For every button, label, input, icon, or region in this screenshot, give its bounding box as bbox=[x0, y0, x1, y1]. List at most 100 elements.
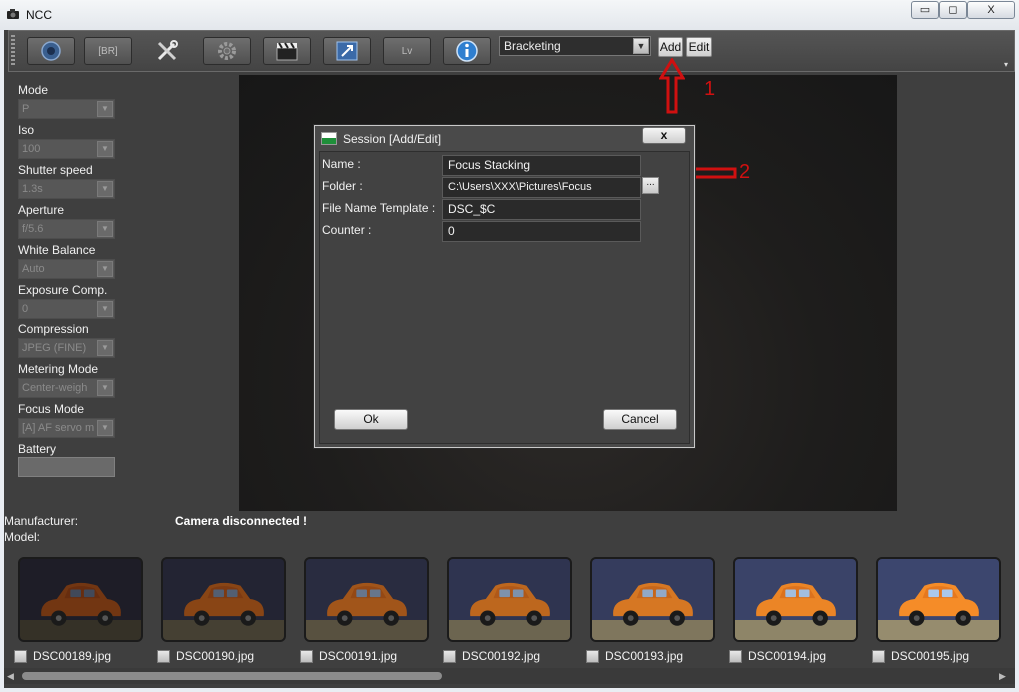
focus-mode-select[interactable]: [A] AF servo m ▼ bbox=[18, 418, 115, 438]
scroll-right-icon[interactable]: ▶ bbox=[999, 671, 1006, 682]
thumbnail-filename: DSC00193.jpg bbox=[605, 649, 684, 663]
shutter-label: Shutter speed bbox=[18, 163, 93, 177]
iso-select[interactable]: 100 ▼ bbox=[18, 139, 115, 159]
tools-button[interactable] bbox=[146, 37, 188, 65]
chevron-down-icon: ▼ bbox=[97, 420, 113, 436]
settings-button[interactable] bbox=[203, 37, 251, 65]
thumbnail-image[interactable] bbox=[161, 557, 286, 642]
thumbnail-checkbox[interactable] bbox=[443, 650, 456, 663]
iso-label: Iso bbox=[18, 123, 35, 137]
white-balance-select[interactable]: Auto ▼ bbox=[18, 259, 115, 279]
dialog-window-icon bbox=[321, 132, 337, 145]
capture-lens-icon bbox=[41, 41, 61, 61]
aperture-select[interactable]: f/5.6 ▼ bbox=[18, 219, 115, 239]
compression-select[interactable]: JPEG (FINE) ▼ bbox=[18, 338, 115, 358]
camera-status: Camera disconnected ! bbox=[175, 514, 308, 528]
dialog-title: Session [Add/Edit] bbox=[343, 132, 442, 146]
session-select[interactable]: Bracketing ▼ bbox=[499, 36, 651, 56]
thumbnail-filename: DSC00189.jpg bbox=[33, 649, 112, 663]
toolbar: [BR] Lv Bracketing ▼ Add Edit ▾ bbox=[8, 30, 1015, 72]
thumbnail-image[interactable] bbox=[590, 557, 715, 642]
scroll-left-icon[interactable]: ◀ bbox=[7, 671, 14, 682]
thumbnail-checkbox[interactable] bbox=[729, 650, 742, 663]
toy-car-photo bbox=[163, 559, 284, 640]
toy-car-photo bbox=[306, 559, 427, 640]
scrollbar-thumb[interactable] bbox=[22, 672, 442, 680]
minimize-button[interactable]: ▭ bbox=[911, 1, 939, 19]
thumbnail-checkbox[interactable] bbox=[14, 650, 27, 663]
shutter-select[interactable]: 1.3s ▼ bbox=[18, 179, 115, 199]
folder-input[interactable]: C:\Users\XXX\Pictures\Focus bbox=[442, 177, 641, 198]
exposure-comp-label: Exposure Comp. bbox=[18, 283, 108, 297]
thumbnail-image[interactable] bbox=[447, 557, 572, 642]
expand-arrow-icon bbox=[336, 41, 358, 61]
battery-label: Battery bbox=[18, 442, 57, 456]
add-session-button[interactable]: Add bbox=[658, 37, 683, 57]
gear-icon bbox=[218, 42, 236, 60]
browse-folder-button[interactable]: ... bbox=[642, 177, 659, 194]
template-input[interactable]: DSC_$C bbox=[442, 199, 641, 220]
battery-bar bbox=[18, 457, 115, 477]
mode-select[interactable]: P ▼ bbox=[18, 99, 115, 119]
chevron-down-icon: ▼ bbox=[97, 261, 113, 277]
name-label: Name : bbox=[322, 157, 361, 171]
chevron-down-icon: ▼ bbox=[97, 301, 113, 317]
toolbar-overflow-icon[interactable]: ▾ bbox=[1004, 61, 1012, 69]
bracketing-button[interactable]: [BR] bbox=[84, 37, 132, 65]
dialog-close-button[interactable]: x bbox=[642, 127, 686, 144]
session-dialog: Session [Add/Edit] x Name : Focus Stacki… bbox=[314, 125, 695, 448]
thumbnail-checkbox[interactable] bbox=[586, 650, 599, 663]
toy-car-photo bbox=[20, 559, 141, 640]
dialog-body: Name : Focus Stacking Folder : C:\Users\… bbox=[319, 151, 690, 444]
app-camera-icon bbox=[7, 9, 19, 19]
thumbnail-checkbox[interactable] bbox=[872, 650, 885, 663]
thumbnail-filename: DSC00194.jpg bbox=[748, 649, 827, 663]
focus-mode-label: Focus Mode bbox=[18, 402, 85, 416]
horizontal-scrollbar[interactable]: ◀ ▶ bbox=[4, 668, 1015, 684]
aperture-value: f/5.6 bbox=[22, 223, 44, 235]
toy-car-photo bbox=[449, 559, 570, 640]
white-balance-value: Auto bbox=[22, 263, 45, 275]
chevron-down-icon: ▼ bbox=[97, 340, 113, 356]
metering-label: Metering Mode bbox=[18, 362, 99, 376]
liveview-button[interactable]: Lv bbox=[383, 37, 431, 65]
thumbnail-checkbox[interactable] bbox=[157, 650, 170, 663]
annotation-arrow-up bbox=[659, 58, 685, 114]
aperture-label: Aperture bbox=[18, 203, 65, 217]
compression-label: Compression bbox=[18, 322, 89, 336]
mode-value: P bbox=[22, 103, 30, 115]
toolbar-grip[interactable] bbox=[11, 35, 15, 67]
thumbnail-image[interactable] bbox=[304, 557, 429, 642]
annotation-number-1: 1 bbox=[704, 78, 716, 100]
info-button[interactable] bbox=[443, 37, 491, 65]
maximize-button[interactable]: ◻ bbox=[939, 1, 967, 19]
thumbnail-image[interactable] bbox=[733, 557, 858, 642]
tools-wrench-icon bbox=[157, 40, 178, 61]
counter-input[interactable]: 0 bbox=[442, 221, 641, 242]
thumbnail-filename: DSC00191.jpg bbox=[319, 649, 398, 663]
toy-car-photo bbox=[878, 559, 999, 640]
exposure-comp-select[interactable]: 0 ▼ bbox=[18, 299, 115, 319]
counter-label: Counter : bbox=[322, 223, 372, 237]
close-window-button[interactable]: X bbox=[967, 1, 1015, 19]
bracketing-label: [BR] bbox=[98, 45, 118, 57]
movie-button[interactable] bbox=[263, 37, 311, 65]
thumbnail-checkbox[interactable] bbox=[300, 650, 313, 663]
white-balance-label: White Balance bbox=[18, 243, 96, 257]
name-input[interactable]: Focus Stacking bbox=[442, 155, 641, 176]
thumbnail-image[interactable] bbox=[876, 557, 1001, 642]
chevron-down-icon[interactable]: ▼ bbox=[633, 38, 649, 54]
metering-select[interactable]: Center-weigh ▼ bbox=[18, 378, 115, 398]
iso-value: 100 bbox=[22, 143, 41, 155]
thumbnail-image[interactable] bbox=[18, 557, 143, 642]
shutter-value: 1.3s bbox=[22, 183, 43, 195]
fullscreen-button[interactable] bbox=[323, 37, 371, 65]
capture-button[interactable] bbox=[27, 37, 75, 65]
session-select-value: Bracketing bbox=[504, 39, 561, 53]
chevron-down-icon: ▼ bbox=[97, 221, 113, 237]
cancel-button[interactable]: Cancel bbox=[603, 409, 677, 430]
ok-button[interactable]: Ok bbox=[334, 409, 408, 430]
edit-session-button[interactable]: Edit bbox=[686, 37, 712, 57]
chevron-down-icon: ▼ bbox=[97, 181, 113, 197]
exposure-comp-value: 0 bbox=[22, 303, 29, 315]
